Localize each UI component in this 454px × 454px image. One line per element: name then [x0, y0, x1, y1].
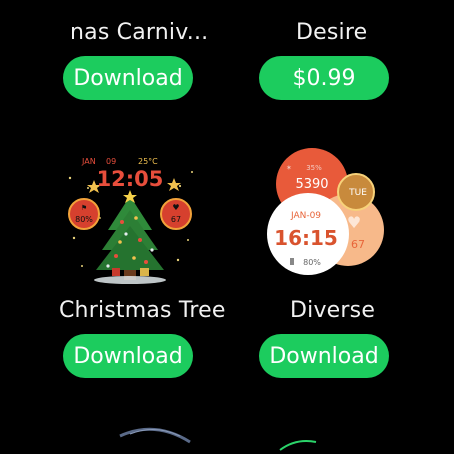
download-button-carnival[interactable]: Download	[63, 56, 193, 100]
diverse-date: JAN-09	[290, 211, 321, 221]
diverse-steps: 5390	[295, 177, 328, 192]
download-button-diverse[interactable]: Download	[259, 334, 389, 378]
svg-text:♥: ♥	[172, 203, 179, 212]
item-title-desire: Desire	[296, 20, 368, 42]
item-title-carnival: nas Carniv...	[70, 20, 209, 45]
xmas-right-value: 67	[171, 215, 181, 224]
christmas-tree-face: JAN 09 25°C 12:05 ⚑ 80% ♥ 67	[68, 157, 193, 284]
thumbnail-christmas-tree[interactable]: JAN 09 25°C 12:05 ⚑ 80% ♥ 67	[60, 148, 200, 288]
diverse-time: 16:15	[274, 226, 338, 250]
xmas-day: 09	[106, 157, 116, 166]
svg-text:♥: ♥	[347, 213, 361, 232]
diverse-steps-pct: 35%	[306, 164, 322, 172]
item-title-christmas-tree: Christmas Tree	[59, 298, 226, 323]
xmas-time: 12:05	[97, 167, 164, 191]
price-button-desire[interactable]: $0.99	[259, 56, 389, 100]
diverse-weekday: TUE	[348, 188, 367, 198]
thumbnail-next-left-partial[interactable]	[110, 422, 200, 454]
xmas-left-value: 80%	[75, 215, 93, 224]
diverse-battery: 80%	[303, 258, 321, 267]
item-title-diverse: Diverse	[290, 298, 376, 323]
xmas-month: JAN	[81, 157, 96, 166]
diverse-face: ✶ 35% 5390 TUE ♥ 67 JAN-09 16:15 80%	[267, 148, 384, 275]
thumbnail-diverse[interactable]: ✶ 35% 5390 TUE ♥ 67 JAN-09 16:15 80%	[262, 148, 392, 278]
xmas-temp: 25°C	[138, 157, 158, 166]
diverse-heart: 67	[351, 238, 365, 251]
svg-text:⚑: ⚑	[81, 204, 87, 212]
download-button-christmas-tree[interactable]: Download	[63, 334, 193, 378]
svg-text:✶: ✶	[286, 164, 292, 172]
thumbnail-next-right-partial[interactable]	[276, 436, 336, 454]
